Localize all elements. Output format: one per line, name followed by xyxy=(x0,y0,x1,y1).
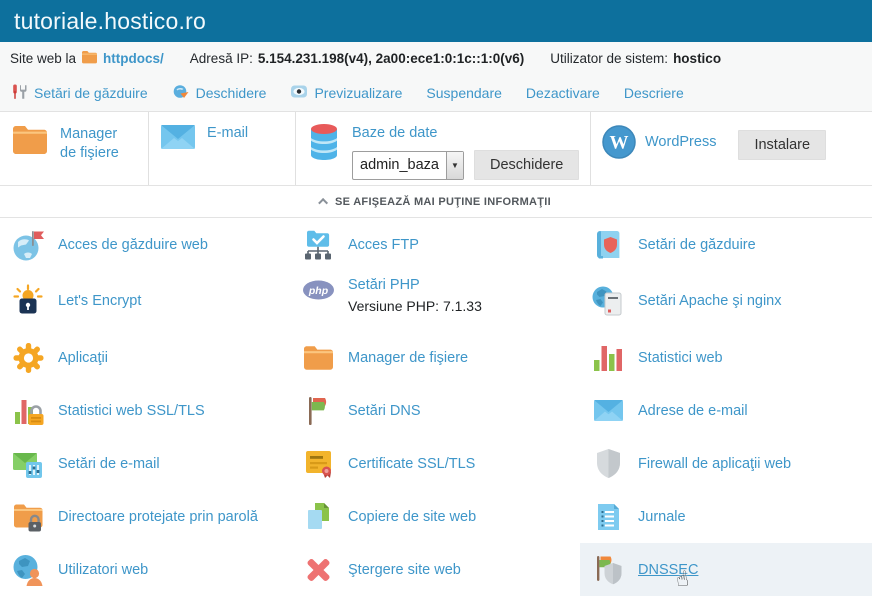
tool-protected-directories[interactable]: Directoare protejate prin parolă xyxy=(0,490,290,543)
tool-apache-nginx-settings[interactable]: Setări Apache şi nginx xyxy=(580,271,872,331)
quick-databases: Baze de date admin_baza ▼ Deschidere xyxy=(295,112,590,185)
svg-text:W: W xyxy=(610,133,629,154)
show-less-label: SE AFIŞEAZĂ MAI PUŢINE INFORMAŢII xyxy=(335,196,551,208)
chart-lock-icon xyxy=(12,394,45,428)
tool-web-stats-ssl[interactable]: Statistici web SSL/TLS xyxy=(0,384,290,437)
action-description[interactable]: Descriere xyxy=(624,85,684,101)
tool-dnssec[interactable]: DNSSEC ☝ xyxy=(580,543,872,596)
bar-chart-icon xyxy=(592,341,625,375)
tool-web-app-firewall[interactable]: Firewall de aplicaţii web xyxy=(580,437,872,490)
database-select-value: admin_baza xyxy=(353,152,446,179)
envelope-icon xyxy=(592,394,625,428)
red-x-icon xyxy=(302,553,335,587)
open-site-icon xyxy=(172,83,190,104)
ip-value: 5.154.231.198(v4), 2a00:ece1:0:1c::1:0(v… xyxy=(258,51,524,66)
globe-server-icon xyxy=(592,284,625,318)
tool-lets-encrypt[interactable]: Let's Encrypt xyxy=(0,271,290,331)
top-info-band: Site web la httpdocs/ Adresă IP: 5.154.2… xyxy=(0,42,872,112)
envelope-icon xyxy=(159,122,197,157)
tool-ssl-certificates[interactable]: Certificate SSL/TLS xyxy=(290,437,580,490)
tool-web-users[interactable]: Utilizatori web xyxy=(0,543,290,596)
gear-icon xyxy=(12,341,45,375)
action-hosting-settings[interactable]: Setări de găzduire xyxy=(10,83,148,104)
database-select[interactable]: admin_baza ▼ xyxy=(352,151,464,180)
tool-website-copying[interactable]: Copiere de site web xyxy=(290,490,580,543)
folder-network-icon xyxy=(302,228,335,262)
hosting-tools-icon xyxy=(10,83,28,104)
quick-email-label: E-mail xyxy=(207,125,248,141)
folder-icon xyxy=(81,50,98,67)
tool-web-statistics[interactable]: Statistici web xyxy=(580,331,872,384)
folder-icon xyxy=(10,122,50,163)
php-version-text: Versiune PHP: 7.1.33 xyxy=(348,298,482,314)
quick-access-row: Manager de fişiere E-mail Baze de date a… xyxy=(0,112,872,186)
quick-email[interactable]: E-mail xyxy=(148,112,295,185)
ip-address: Adresă IP: 5.154.231.198(v4), 2a00:ece1:… xyxy=(190,51,524,66)
tool-mail-settings[interactable]: Setări de e-mail xyxy=(0,437,290,490)
site-location-label: Site web la xyxy=(10,51,76,66)
log-document-icon xyxy=(592,500,625,534)
page-title: tutoriale.hostico.ro xyxy=(14,8,206,35)
flags-icon xyxy=(302,394,335,428)
copy-pages-icon xyxy=(302,500,335,534)
database-controls: admin_baza ▼ Deschidere xyxy=(352,150,579,180)
site-actions-bar: Setări de găzduire Deschidere Previzuali… xyxy=(0,75,872,111)
site-info-bar: Site web la httpdocs/ Adresă IP: 5.154.2… xyxy=(0,42,872,75)
tool-email-addresses[interactable]: Adrese de e-mail xyxy=(580,384,872,437)
folder-icon xyxy=(302,341,335,375)
globe-flag-icon xyxy=(12,228,45,262)
envelope-sliders-icon xyxy=(12,447,45,481)
action-deactivate[interactable]: Dezactivare xyxy=(526,85,600,101)
quick-wordpress-label[interactable]: WordPress xyxy=(645,134,716,150)
quick-file-manager-label: Manager de fişiere xyxy=(60,125,130,163)
ip-label: Adresă IP: xyxy=(190,51,253,66)
wordpress-icon: W xyxy=(601,124,637,165)
action-preview[interactable]: Previzualizare xyxy=(290,84,402,102)
tool-ftp-access[interactable]: Acces FTP xyxy=(290,218,580,271)
database-icon xyxy=(306,122,342,167)
quick-file-manager[interactable]: Manager de fişiere xyxy=(0,112,148,185)
tool-applications[interactable]: Aplicaţii xyxy=(0,331,290,384)
action-suspend[interactable]: Suspendare xyxy=(426,85,502,101)
svg-text:php: php xyxy=(308,285,329,297)
httpdocs-link[interactable]: httpdocs/ xyxy=(103,51,164,66)
dropdown-arrow-icon: ▼ xyxy=(446,152,463,179)
preview-eye-icon xyxy=(290,84,308,102)
flags-shield-icon xyxy=(592,553,625,587)
tool-file-manager[interactable]: Manager de fişiere xyxy=(290,331,580,384)
tools-grid: Acces de găzduire web Let's Encrypt Apli… xyxy=(0,218,872,596)
shield-icon xyxy=(592,447,625,481)
tool-logs[interactable]: Jurnale xyxy=(580,490,872,543)
action-open-site[interactable]: Deschidere xyxy=(172,83,267,104)
tool-remove-website[interactable]: Ştergere site web xyxy=(290,543,580,596)
quick-databases-label[interactable]: Baze de date xyxy=(352,125,579,141)
database-open-button[interactable]: Deschidere xyxy=(474,150,579,180)
globe-user-icon xyxy=(12,553,45,587)
site-location: Site web la httpdocs/ xyxy=(10,50,164,67)
scroll-shield-icon xyxy=(592,228,625,262)
system-user: Utilizator de sistem: hostico xyxy=(550,51,721,66)
wordpress-install-button[interactable]: Instalare xyxy=(738,130,826,160)
tool-web-hosting-access[interactable]: Acces de găzduire web xyxy=(0,218,290,271)
tool-dns-settings[interactable]: Setări DNS xyxy=(290,384,580,437)
show-less-toggle[interactable]: SE AFIŞEAZĂ MAI PUŢINE INFORMAŢII xyxy=(0,186,872,218)
padlock-sun-icon xyxy=(12,284,45,318)
system-user-label: Utilizator de sistem: xyxy=(550,51,668,66)
certificate-icon xyxy=(302,447,335,481)
tool-hosting-settings[interactable]: Setări de găzduire xyxy=(580,218,872,271)
tool-php-settings[interactable]: php Setări PHP Versiune PHP: 7.1.33 xyxy=(290,271,580,331)
quick-wordpress: W WordPress Instalare xyxy=(590,112,872,185)
page-header: tutoriale.hostico.ro xyxy=(0,0,872,42)
chevron-up-icon xyxy=(318,198,328,208)
php-icon: php xyxy=(302,277,335,311)
system-user-value: hostico xyxy=(673,51,721,66)
folder-lock-icon xyxy=(12,500,45,534)
